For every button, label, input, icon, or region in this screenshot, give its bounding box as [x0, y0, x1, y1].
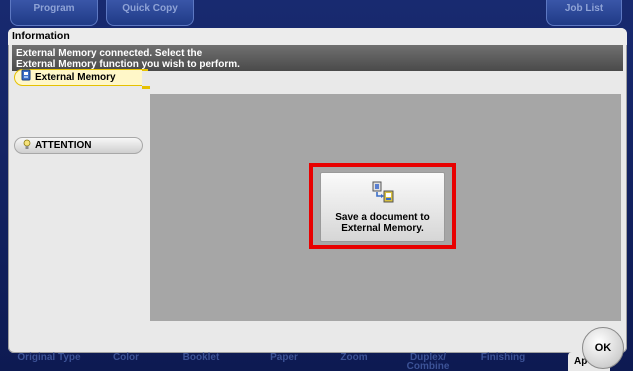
save-to-external-memory-button[interactable]: Save a document to External Memory.	[320, 172, 445, 242]
tab-zoom[interactable]: Zoom	[334, 353, 374, 371]
tab-duplex-combine[interactable]: Duplex/ Combine	[404, 353, 452, 372]
side-tab-external-memory-label: External Memory	[35, 72, 116, 83]
ok-button[interactable]: OK	[582, 327, 624, 369]
tab-duplex-label-line2: Combine	[406, 361, 450, 372]
usb-memory-icon	[21, 69, 31, 87]
tab-program-label: Program	[33, 3, 75, 14]
info-message-line1: External Memory connected. Select the	[16, 48, 203, 59]
tab-color[interactable]: Color	[106, 353, 146, 371]
side-tab-attention-label: ATTENTION	[35, 140, 92, 151]
side-tab-external-memory[interactable]: External Memory	[14, 69, 148, 87]
save-to-memory-label-line2: External Memory.	[341, 223, 424, 234]
tab-original-type[interactable]: Original Type	[16, 353, 82, 371]
save-to-memory-label-line1: Save a document to	[335, 212, 430, 223]
save-to-memory-label: Save a document to External Memory.	[335, 212, 429, 234]
tab-quick-copy-label: Quick Copy	[122, 3, 178, 14]
tab-paper[interactable]: Paper	[264, 353, 304, 371]
side-tab-attention[interactable]: ATTENTION	[14, 137, 143, 154]
info-message: External Memory connected. Select the Ex…	[12, 45, 623, 71]
info-title: Information	[8, 28, 627, 45]
tab-program[interactable]: Program	[10, 0, 98, 26]
active-tab-connector	[142, 86, 150, 89]
tab-booklet[interactable]: Booklet	[178, 353, 224, 371]
tab-job-list[interactable]: Job List	[546, 0, 622, 26]
lightbulb-icon	[23, 139, 31, 153]
save-to-memory-icon	[371, 181, 395, 208]
bottom-tab-bar: Original Type Color Booklet Paper Zoom D…	[0, 353, 633, 372]
tab-job-list-label: Job List	[564, 3, 604, 14]
tab-finishing[interactable]: Finishing	[478, 353, 528, 371]
tab-quick-copy[interactable]: Quick Copy	[106, 0, 194, 26]
